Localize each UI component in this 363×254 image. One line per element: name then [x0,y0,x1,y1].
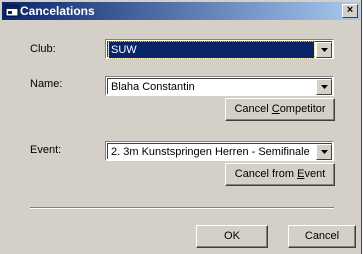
ok-button[interactable]: OK [196,225,268,248]
club-value: SUW [108,41,315,59]
separator [30,207,334,209]
name-select[interactable]: Blaha Constantin [105,76,334,96]
window-title: Cancelations [20,4,95,18]
event-label: Event: [30,144,62,156]
cancel-competitor-button[interactable]: Cancel Competitor [225,98,335,121]
cancel-from-event-button[interactable]: Cancel from Event [225,163,335,186]
club-label: Club: [30,43,56,55]
close-button[interactable]: × [342,4,358,18]
name-label: Name: [30,78,63,90]
club-select[interactable]: SUW [105,39,334,59]
cancel-from-event-label: Cancel from Event [234,168,326,180]
chevron-down-icon[interactable] [316,144,332,160]
cancel-competitor-label: Cancel Competitor [234,103,326,115]
close-icon: × [346,4,354,16]
event-value: 2. 3m Kunstspringen Herren - Semifinale [111,146,310,158]
name-value: Blaha Constantin [111,81,195,93]
window-icon [5,4,19,18]
chevron-down-icon[interactable] [316,79,332,95]
cancel-button[interactable]: Cancel [288,225,356,248]
event-select[interactable]: 2. 3m Kunstspringen Herren - Semifinale [105,141,334,161]
cancelations-dialog: Cancelations × Club: SUW Name: Blaha Con… [0,0,362,254]
title-bar[interactable]: Cancelations × [2,2,360,20]
chevron-down-icon[interactable] [316,42,332,58]
